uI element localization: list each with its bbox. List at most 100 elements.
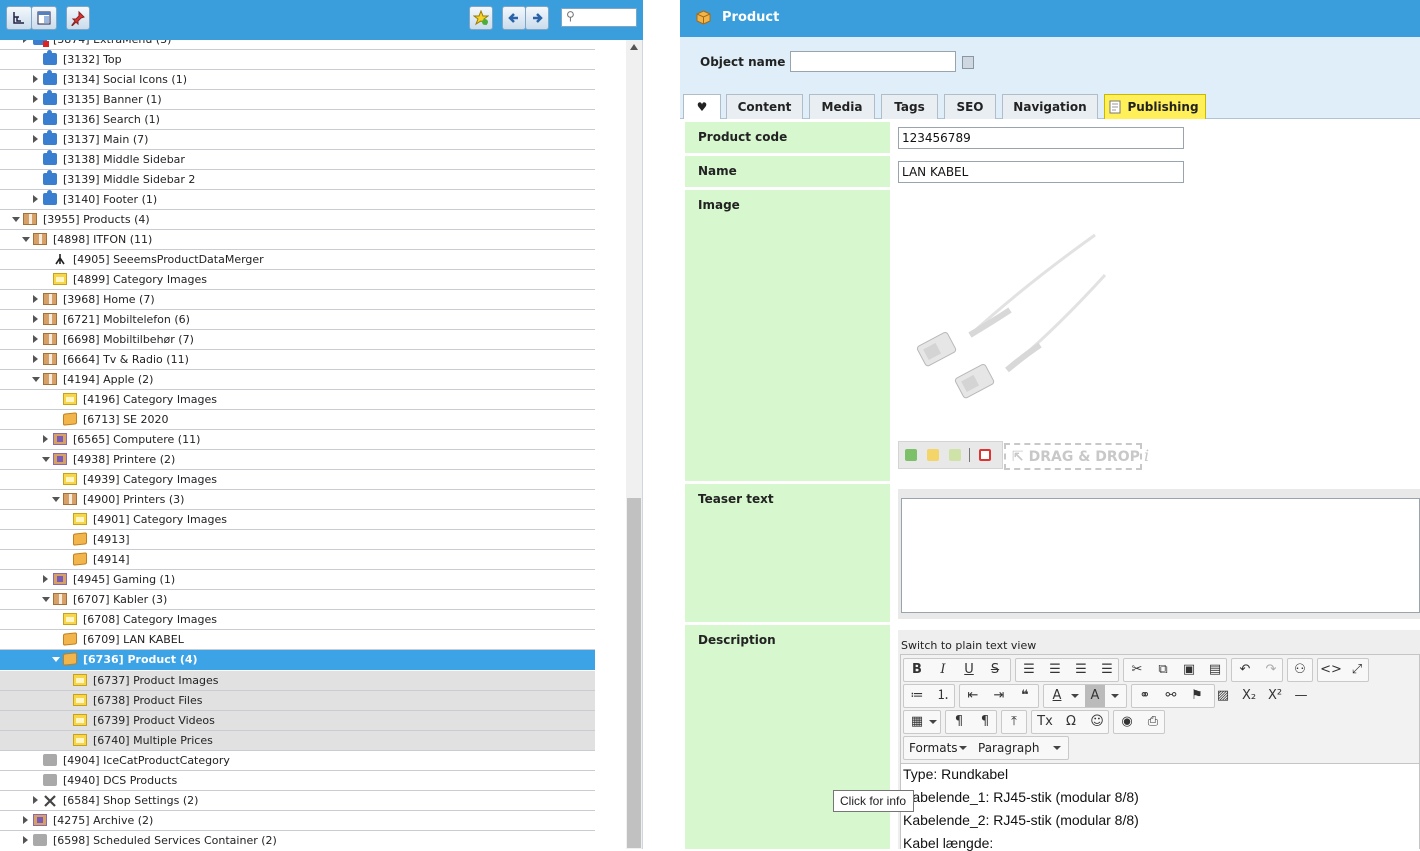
tree-row[interactable]: [3955] Products (4): [0, 210, 595, 230]
teaser-textarea[interactable]: [901, 498, 1420, 613]
collapse-arrow-icon[interactable]: [12, 217, 20, 222]
blockquote-icon[interactable]: ❝: [1013, 685, 1037, 707]
collapse-arrow-icon[interactable]: [32, 377, 40, 382]
horizontal-rule-icon[interactable]: —: [1289, 685, 1313, 707]
scroll-up-arrow[interactable]: [630, 44, 638, 50]
switch-plain-text-link[interactable]: Switch to plain text view: [901, 639, 1036, 652]
pin-button[interactable]: [66, 6, 90, 30]
collapse-arrow-icon[interactable]: [52, 657, 60, 662]
editor-content[interactable]: Type: Rundkabel Kabelende_1: RJ45-stik (…: [901, 763, 1419, 851]
edit-icon[interactable]: [949, 449, 961, 461]
expand-arrow-icon[interactable]: [23, 836, 28, 844]
tree-row[interactable]: [3968] Home (7): [0, 290, 595, 310]
insert-anchor-icon[interactable]: ⤒: [1002, 711, 1026, 733]
paste-text-icon[interactable]: ▤: [1203, 659, 1227, 681]
outdent-icon[interactable]: ⇤: [961, 685, 985, 707]
tree-row[interactable]: [3134] Social Icons (1): [0, 70, 595, 90]
tab-publishing[interactable]: Publishing: [1104, 94, 1206, 119]
text-color-icon[interactable]: A: [1045, 685, 1069, 707]
tree-row[interactable]: [4945] Gaming (1): [0, 570, 595, 590]
clear-format-icon[interactable]: Tx: [1033, 711, 1057, 733]
object-name-input[interactable]: [790, 51, 956, 72]
print-icon[interactable]: ⎙: [1141, 711, 1165, 733]
special-char-icon[interactable]: Ω: [1059, 711, 1083, 733]
background-color-caret[interactable]: [1111, 694, 1119, 698]
tree-row[interactable]: [4905] SeeemsProductDataMerger: [0, 250, 595, 270]
forward-button[interactable]: [525, 6, 549, 30]
tree-row[interactable]: [4901] Category Images: [0, 510, 595, 530]
tree-row[interactable]: [6739] Product Videos: [0, 711, 595, 731]
fullscreen-icon[interactable]: ⤢: [1345, 659, 1369, 681]
tree-row[interactable]: [6740] Multiple Prices: [0, 731, 595, 751]
open-folder-icon[interactable]: [927, 449, 939, 461]
emoticon-icon[interactable]: ☺: [1085, 711, 1109, 733]
underline-button[interactable]: U: [957, 659, 981, 681]
tree-row[interactable]: [6698] Mobiltilbehør (7): [0, 330, 595, 350]
paste-icon[interactable]: ▣: [1177, 659, 1201, 681]
superscript-icon[interactable]: X²: [1263, 685, 1287, 707]
info-icon[interactable]: i: [1144, 446, 1149, 465]
undo-icon[interactable]: ↶: [1233, 659, 1257, 681]
tab-favorites[interactable]: ♥: [683, 94, 721, 119]
tree-row[interactable]: [4899] Category Images: [0, 270, 595, 290]
expand-arrow-icon[interactable]: [23, 40, 28, 43]
tree-row[interactable]: [6737] Product Images: [0, 671, 595, 691]
tree-row[interactable]: [3136] Search (1): [0, 110, 595, 130]
add-favorite-button[interactable]: [469, 6, 493, 30]
tree-row[interactable]: [4898] ITFON (11): [0, 230, 595, 250]
tree-row[interactable]: [3138] Middle Sidebar: [0, 150, 595, 170]
image-insert-icon[interactable]: ▨: [1211, 685, 1235, 707]
redo-icon[interactable]: ↷: [1259, 659, 1283, 681]
tree-row[interactable]: [6584] Shop Settings (2): [0, 791, 595, 811]
delete-icon[interactable]: [979, 449, 991, 461]
tree-row[interactable]: [3132] Top: [0, 50, 595, 70]
italic-button[interactable]: I: [931, 659, 955, 681]
tree-row[interactable]: [3137] Main (7): [0, 130, 595, 150]
tab-content[interactable]: Content: [726, 94, 803, 119]
ltr-icon[interactable]: ¶: [947, 711, 971, 733]
tab-navigation[interactable]: Navigation: [1002, 94, 1098, 119]
expand-arrow-icon[interactable]: [23, 816, 28, 824]
bookmark-icon[interactable]: ⚑: [1185, 685, 1209, 707]
tree-row[interactable]: [6713] SE 2020: [0, 410, 595, 430]
numbered-list-icon[interactable]: ⒈: [931, 685, 955, 707]
tree-row[interactable]: [4939] Category Images: [0, 470, 595, 490]
expand-arrow-icon[interactable]: [33, 135, 38, 143]
subscript-icon[interactable]: X₂: [1237, 685, 1261, 707]
tree-row[interactable]: [6708] Category Images: [0, 610, 595, 630]
collapse-arrow-icon[interactable]: [22, 237, 30, 242]
bold-button[interactable]: B: [905, 659, 929, 681]
tree-row[interactable]: [4196] Category Images: [0, 390, 595, 410]
find-replace-icon[interactable]: ⚇: [1288, 659, 1312, 681]
align-right-icon[interactable]: ☰: [1069, 659, 1093, 681]
expand-arrow-icon[interactable]: [33, 115, 38, 123]
tree-row[interactable]: [3135] Banner (1): [0, 90, 595, 110]
expand-arrow-icon[interactable]: [33, 315, 38, 323]
paragraph-caret[interactable]: [1053, 746, 1061, 750]
background-color-icon[interactable]: A: [1085, 685, 1105, 707]
tree-search-input[interactable]: ⚲: [561, 8, 637, 27]
align-left-icon[interactable]: ☰: [1017, 659, 1041, 681]
tree-row[interactable]: [6736] Product (4): [0, 650, 595, 670]
collapse-arrow-icon[interactable]: [52, 497, 60, 502]
expand-arrow-icon[interactable]: [43, 575, 48, 583]
tree-row[interactable]: [4938] Printere (2): [0, 450, 595, 470]
tree-row[interactable]: [6709] LAN KABEL: [0, 630, 595, 650]
align-center-icon[interactable]: ☰: [1043, 659, 1067, 681]
unlink-icon[interactable]: ⚯: [1159, 685, 1183, 707]
panel-view-button[interactable]: [31, 6, 57, 30]
tree-row[interactable]: [3139] Middle Sidebar 2: [0, 170, 595, 190]
tree-row[interactable]: [4904] IceCatProductCategory: [0, 751, 595, 771]
expand-arrow-icon[interactable]: [33, 95, 38, 103]
upload-icon[interactable]: [905, 449, 917, 461]
tab-media[interactable]: Media: [809, 94, 875, 119]
rtl-icon[interactable]: ¶: [973, 711, 997, 733]
clipboard-icon[interactable]: [962, 56, 974, 69]
expand-arrow-icon[interactable]: [33, 75, 38, 83]
tree-row[interactable]: [4194] Apple (2): [0, 370, 595, 390]
back-button[interactable]: [502, 6, 526, 30]
image-dropzone[interactable]: ⇱ DRAG & DROP: [1004, 443, 1142, 470]
copy-icon[interactable]: ⧉: [1151, 659, 1175, 681]
tree-scrollbar-thumb[interactable]: [627, 498, 641, 848]
collapse-arrow-icon[interactable]: [42, 457, 50, 462]
